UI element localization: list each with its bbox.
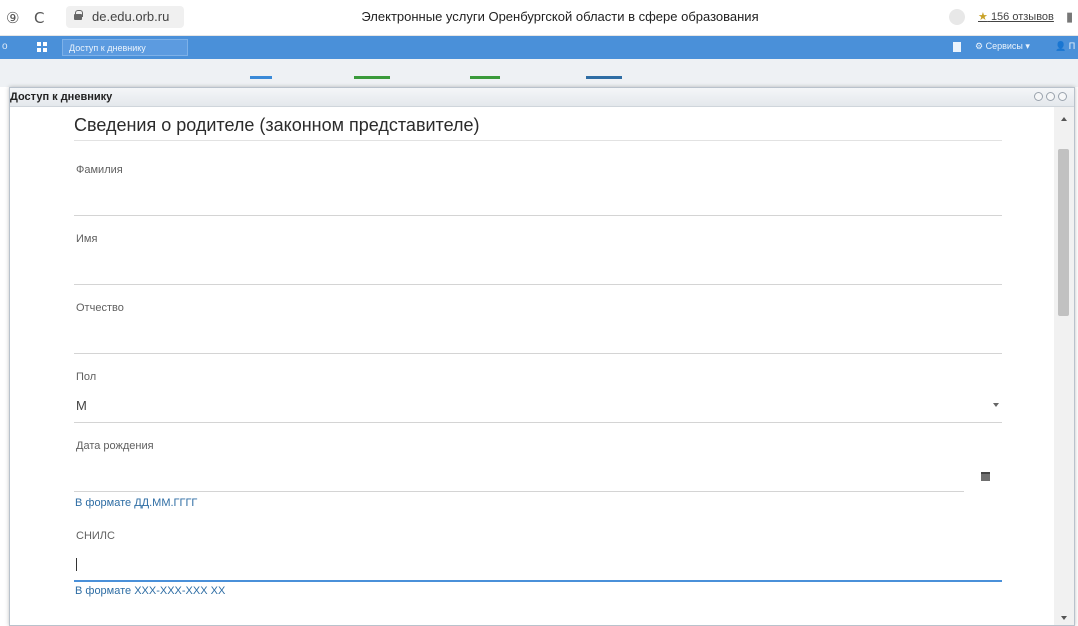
gender-underline	[74, 422, 1002, 423]
snils-label: СНИЛС	[76, 530, 115, 542]
snils-underline-active	[74, 580, 1002, 582]
reviews-label: 156 отзывов	[990, 11, 1054, 23]
patronymic-label: Отчество	[76, 302, 124, 314]
background-decoration	[250, 76, 272, 79]
background-decoration	[470, 76, 500, 79]
background-page	[0, 59, 1078, 87]
name-label: Имя	[76, 233, 98, 245]
nav-left-fragment[interactable]: о	[2, 41, 8, 52]
text-cursor	[76, 558, 77, 571]
services-menu[interactable]: ⚙ Сервисы ▾	[975, 41, 1030, 52]
name-underline	[74, 284, 1002, 285]
close-icon[interactable]	[1058, 92, 1067, 101]
address-url[interactable]: de.edu.orb.ru	[92, 9, 169, 24]
section-divider	[74, 140, 1002, 141]
dialog-scrollbar[interactable]	[1054, 107, 1074, 625]
bookmark-icon[interactable]: ▮	[1066, 9, 1073, 25]
gender-label: Пол	[76, 371, 97, 383]
patronymic-underline	[74, 353, 1002, 354]
calendar-icon[interactable]	[981, 472, 990, 481]
scroll-up-icon[interactable]	[1061, 117, 1067, 121]
browser-page-title: Электронные услуги Оренбургской области …	[361, 9, 759, 24]
browser-toolbar: ⑨ C de.edu.orb.ru Электронные услуги Оре…	[0, 0, 1078, 36]
grid-icon[interactable]	[37, 42, 48, 52]
chevron-down-icon[interactable]	[993, 403, 999, 407]
reload-icon[interactable]: C	[34, 9, 44, 27]
app-navbar: о Доступ к дневнику ⚙ Сервисы ▾ 👤 П	[0, 36, 1078, 59]
minimize-icon[interactable]	[1034, 92, 1043, 101]
birth-date-hint: В формате ДД.ММ.ГГГГ	[75, 497, 198, 509]
parent-info-form: Сведения о родителе (законном представит…	[10, 107, 1054, 625]
dialog-header: Доступ к дневнику	[10, 88, 1074, 107]
user-icon: 👤	[1055, 41, 1067, 51]
star-icon: ★	[978, 11, 988, 23]
extension-icon[interactable]	[949, 9, 965, 25]
gear-icon: ⚙	[975, 41, 984, 51]
scroll-thumb[interactable]	[1058, 149, 1069, 316]
services-label: Сервисы	[985, 41, 1023, 51]
section-title: Сведения о родителе (законном представит…	[74, 115, 480, 135]
gender-select[interactable]: М	[76, 398, 87, 413]
back-icon[interactable]: ⑨	[6, 9, 19, 27]
maximize-icon[interactable]	[1046, 92, 1055, 101]
snils-hint: В формате XXX-XXX-XXX XX	[75, 585, 226, 597]
background-decoration	[586, 76, 622, 79]
diary-access-dialog: Доступ к дневнику Сведения о родителе (з…	[9, 87, 1075, 626]
user-menu[interactable]: 👤 П	[1055, 41, 1075, 52]
surname-label: Фамилия	[76, 164, 123, 176]
surname-underline	[74, 215, 1002, 216]
lock-icon	[74, 10, 83, 20]
list-icon[interactable]	[953, 42, 961, 52]
reviews-link[interactable]: ★ 156 отзывов	[978, 10, 1054, 23]
background-decoration	[354, 76, 390, 79]
birth-date-label: Дата рождения	[76, 440, 154, 452]
birth-date-underline	[74, 491, 964, 492]
dialog-title: Доступ к дневнику	[10, 91, 113, 103]
tab-diary-access[interactable]: Доступ к дневнику	[62, 39, 188, 56]
user-label: П	[1068, 41, 1076, 51]
scroll-down-icon[interactable]	[1061, 616, 1067, 620]
